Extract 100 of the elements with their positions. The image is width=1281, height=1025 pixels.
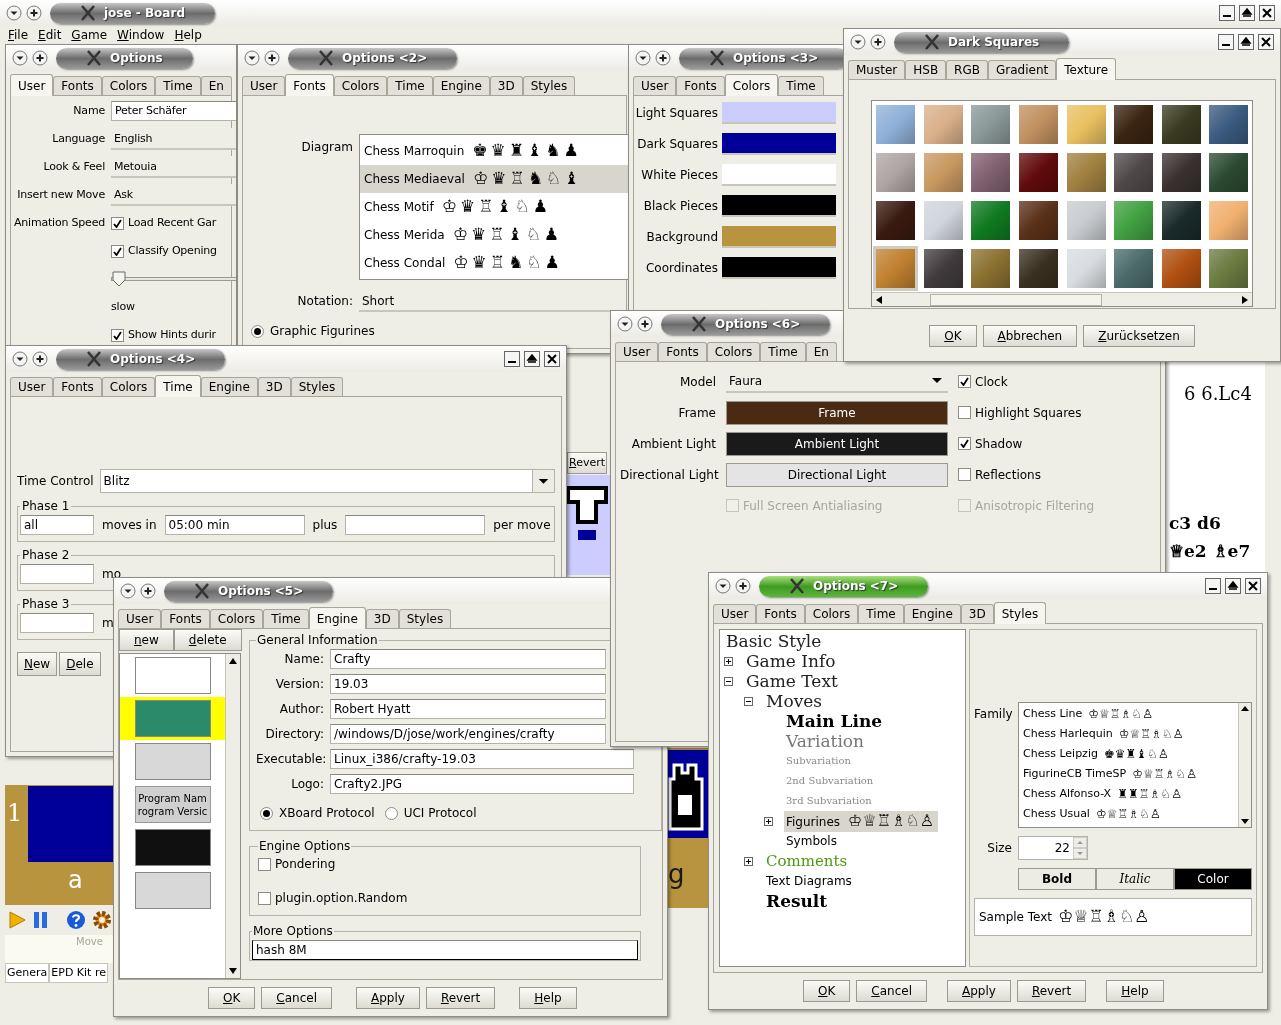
tab[interactable]: Genera [5, 963, 50, 983]
tab[interactable]: EPD Kit re [49, 963, 108, 983]
expand-icon[interactable] [724, 656, 733, 666]
button[interactable]: Abbrechen [982, 325, 1078, 347]
button[interactable]: delete [173, 629, 242, 651]
tab[interactable]: Engine [308, 607, 366, 629]
text-field[interactable]: Robert Hyatt [330, 699, 606, 719]
texture-swatch[interactable] [1209, 201, 1249, 240]
button[interactable]: New [17, 652, 58, 676]
text-field[interactable]: Crafty2.JPG [330, 774, 634, 794]
texture-swatch[interactable] [971, 153, 1011, 192]
tab[interactable]: Colors [804, 604, 859, 623]
color-swatch[interactable] [722, 163, 836, 186]
font-option[interactable]: Chess Usual ♔♕♖♗♘♙ [1023, 804, 1238, 824]
texture-swatch[interactable] [923, 153, 963, 192]
close-icon[interactable] [1259, 5, 1275, 21]
plus-icon[interactable] [264, 50, 280, 66]
tab[interactable]: User [10, 74, 54, 96]
tab[interactable]: Engine [432, 76, 490, 95]
maximize-icon[interactable] [1238, 34, 1254, 50]
collapse-icon[interactable] [244, 50, 260, 66]
button[interactable]: Zurücksetzen [1083, 325, 1195, 347]
button[interactable]: OK [803, 980, 851, 1002]
texture-swatch[interactable] [1114, 153, 1154, 192]
button[interactable]: Revert [425, 987, 496, 1009]
tab[interactable]: Colors [333, 76, 388, 95]
collapse-icon[interactable] [6, 5, 22, 21]
menu-item[interactable]: Window [117, 26, 165, 44]
texture-swatch[interactable] [1066, 105, 1106, 144]
tab[interactable]: Fonts [53, 76, 102, 95]
text-field[interactable]: /windows/D/jose/work/engines/crafty [330, 724, 606, 744]
radio-button[interactable] [260, 806, 273, 820]
tab[interactable]: Engine [200, 377, 258, 396]
scrollbar-thumb[interactable] [930, 293, 1102, 306]
texture-swatch[interactable] [1114, 105, 1154, 144]
texture-swatch[interactable] [1114, 201, 1154, 240]
tab[interactable]: 3D [960, 604, 994, 623]
tab[interactable]: Colors [101, 76, 156, 95]
color-swatch[interactable] [722, 225, 836, 248]
tree-item[interactable]: Game Info [744, 651, 836, 671]
tab[interactable]: En [805, 342, 837, 361]
button[interactable]: Apply [356, 987, 420, 1009]
font-option[interactable]: Chess Motif ♔♛♖♝♘♟ [360, 193, 628, 221]
play-icon[interactable] [8, 911, 26, 929]
collapse-icon[interactable] [12, 351, 28, 367]
tab[interactable]: HSB [905, 60, 947, 79]
tree-item[interactable]: Variation [784, 731, 864, 751]
checkbox[interactable] [958, 468, 971, 481]
dropdown[interactable]: English [111, 128, 236, 150]
color-swatch[interactable] [722, 101, 836, 124]
checkbox[interactable] [958, 437, 971, 450]
texture-swatch[interactable] [1209, 249, 1249, 288]
texture-swatch[interactable] [1114, 249, 1154, 288]
tab[interactable]: User [10, 377, 54, 396]
close-icon[interactable] [544, 351, 560, 367]
minimize-icon[interactable] [1205, 578, 1221, 594]
tab[interactable]: RGB [946, 60, 988, 79]
expand-icon[interactable] [744, 856, 753, 866]
maximize-icon[interactable] [524, 351, 540, 367]
button[interactable]: Revert [567, 452, 608, 474]
maximize-icon[interactable] [1225, 578, 1241, 594]
tab[interactable]: Styles [290, 377, 344, 396]
text-field[interactable] [20, 564, 94, 584]
font-option[interactable]: Chess Harlequin ♔♕♖♗♘♙ [1023, 724, 1238, 744]
tab[interactable]: Fonts [756, 604, 805, 623]
tab[interactable]: 3D [257, 377, 291, 396]
tab[interactable]: Styles [398, 609, 452, 628]
collapse-icon[interactable] [617, 316, 633, 332]
style-button[interactable]: Color [1174, 868, 1252, 890]
text-field[interactable]: hash 8M [252, 940, 638, 960]
text-field[interactable]: all [20, 515, 94, 535]
tree-item[interactable]: Result [764, 891, 828, 911]
text-field[interactable]: Crafty [330, 649, 606, 669]
texture-swatch[interactable] [923, 249, 963, 288]
font-option[interactable]: Chess Merida ♔♛♖♝♘♟ [360, 221, 628, 249]
tab[interactable]: Texture [1056, 58, 1117, 80]
color-swatch[interactable] [722, 194, 836, 217]
dropdown[interactable]: Ask [111, 184, 236, 206]
menu-item[interactable]: File [8, 26, 29, 44]
tab[interactable]: User [633, 76, 677, 95]
collapse-icon[interactable] [724, 676, 733, 686]
collapse-icon[interactable] [120, 583, 136, 599]
tab[interactable]: Fonts [53, 377, 102, 396]
maximize-icon[interactable] [1239, 5, 1255, 21]
checkbox[interactable] [258, 891, 271, 905]
tab[interactable]: User [615, 342, 659, 361]
color-swatch[interactable] [722, 132, 836, 155]
texture-swatch[interactable] [876, 249, 915, 288]
tab[interactable]: Styles [522, 76, 576, 95]
scrollbar[interactable] [872, 292, 1252, 306]
plus-icon[interactable] [32, 351, 48, 367]
tab[interactable]: Colors [706, 342, 761, 361]
tree-item[interactable]: Moves [764, 691, 823, 711]
tree-item[interactable]: Game Text [744, 671, 838, 691]
minimize-icon[interactable] [504, 351, 520, 367]
tree-item[interactable]: 2nd Subvariation [784, 771, 874, 791]
setting-button[interactable]: Directional Light [726, 462, 948, 487]
tree-item[interactable]: Basic Style [724, 631, 822, 651]
font-option[interactable]: FigurineCB TimeSP ♔♕♖♗♘♙ [1023, 764, 1238, 784]
plus-icon[interactable] [637, 316, 653, 332]
